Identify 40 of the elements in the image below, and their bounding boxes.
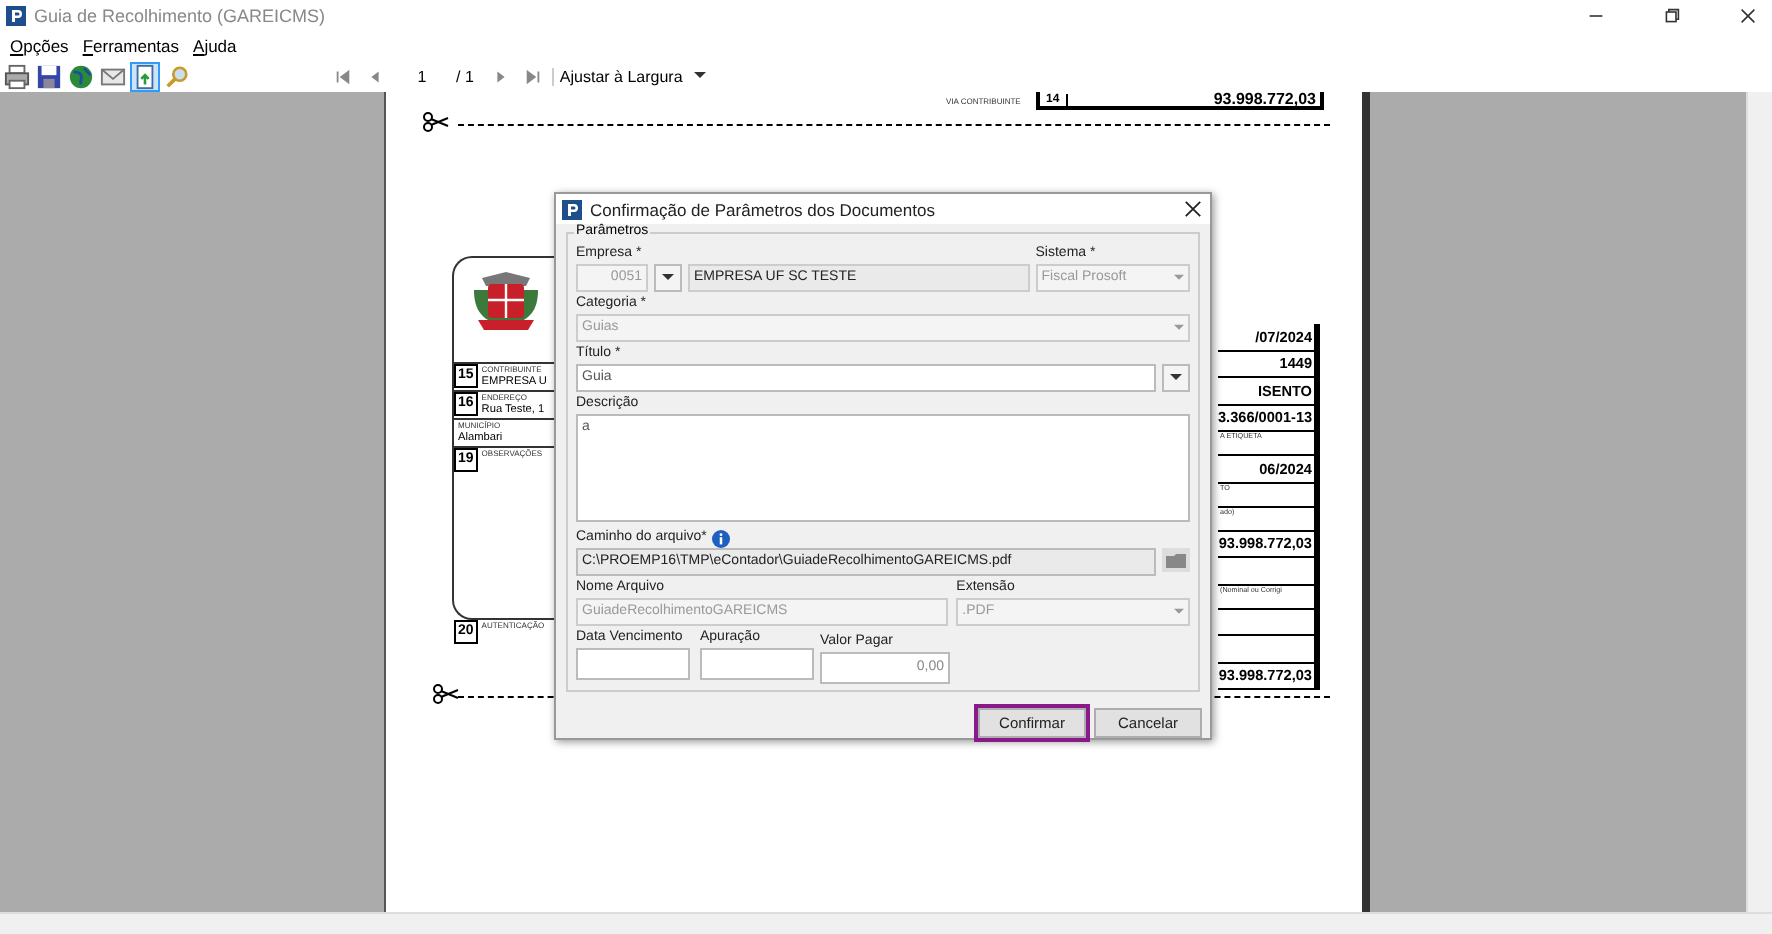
dialog-title: Confirmação de Parâmetros dos Documentos [590, 199, 935, 219]
zoom-dropdown[interactable]: Ajustar à Largura [551, 67, 707, 85]
app-logo-icon [6, 5, 26, 25]
dropdown-button[interactable] [1162, 364, 1190, 392]
caret-icon [1174, 274, 1184, 282]
window-title: Guia de Recolhimento (GAREICMS) [34, 5, 326, 25]
printer-icon[interactable] [4, 63, 30, 89]
export-document-icon[interactable] [132, 63, 158, 89]
menu-item[interactable]: Opções [10, 35, 69, 55]
app-logo-icon [562, 199, 582, 219]
scissors-icon [422, 112, 450, 132]
period-field[interactable] [700, 648, 814, 680]
vertical-scrollbar[interactable] [1746, 92, 1772, 912]
caret-icon [1170, 374, 1182, 382]
page-total: / 1 [456, 67, 474, 85]
due-date-field[interactable] [576, 648, 690, 680]
horizontal-scrollbar[interactable] [0, 912, 1772, 934]
save-icon[interactable] [36, 63, 62, 89]
total-value: 93.998.772,03 [1213, 90, 1318, 108]
info-icon[interactable] [712, 529, 731, 547]
search-icon[interactable] [164, 63, 190, 89]
close-icon[interactable] [1740, 7, 1756, 23]
previous-page-icon[interactable] [366, 67, 384, 85]
globe-icon[interactable] [68, 63, 94, 89]
menu-item[interactable]: Ajuda [193, 35, 237, 55]
menu-item[interactable]: Ferramentas [82, 35, 180, 55]
caret-icon [1174, 324, 1184, 332]
last-page-icon[interactable] [523, 67, 542, 85]
folder-button[interactable] [1162, 548, 1190, 572]
email-icon[interactable] [100, 63, 126, 89]
folder-icon [1166, 552, 1186, 568]
first-page-icon[interactable] [334, 67, 352, 85]
caret-icon [694, 72, 707, 80]
maximize-icon[interactable] [1664, 7, 1680, 23]
close-icon[interactable] [1184, 200, 1202, 218]
caret-icon [1174, 608, 1184, 616]
page-number-field[interactable]: 1 [394, 67, 450, 85]
next-page-icon[interactable] [491, 67, 510, 85]
caret-icon [662, 274, 674, 282]
dropdown-button[interactable] [654, 264, 682, 292]
